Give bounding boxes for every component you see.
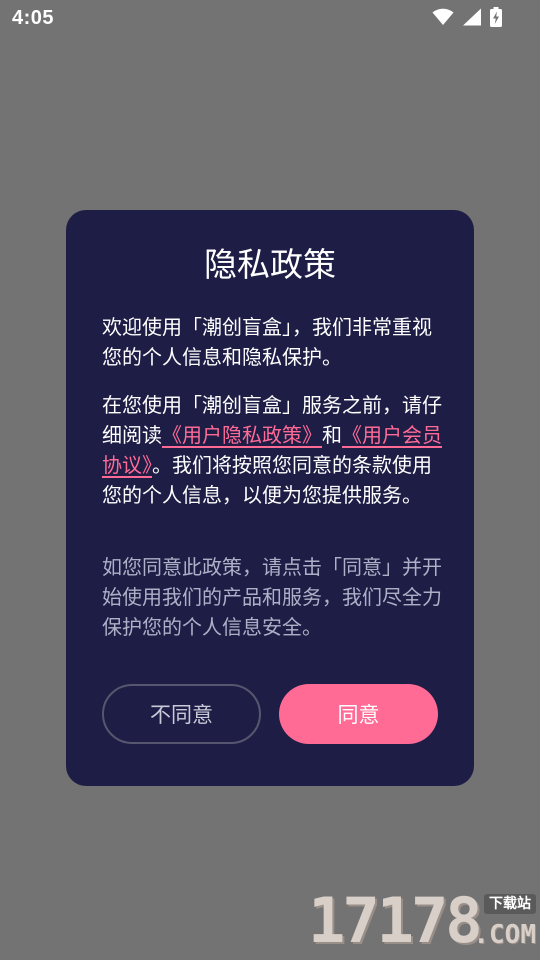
watermark-suffix: .COM [473,920,536,950]
watermark-badge: 下载站 [484,894,536,914]
status-icons [432,7,502,27]
screen: 4:05 隐私政策 欢迎使用「潮创盲盒」，我们非常重视您的个人信息和隐私保护。 … [0,0,540,960]
welcome-paragraph: 欢迎使用「潮创盲盒」，我们非常重视您的个人信息和隐私保护。 [102,315,432,369]
status-time: 4:05 [12,7,55,29]
policy-paragraph: 在您使用「潮创盲盒」服务之前，请仔细阅读《用户隐私政策》和《用户会员协议》。我们… [102,390,442,510]
consent-paragraph: 如您同意此政策，请点击「同意」并开始使用我们的产品和服务，我们尽全力保护您的个人… [102,555,442,639]
wifi-icon [432,8,454,26]
policy-text-after: 。我们将按照您同意的条款使用您的个人信息，以便为您提供服务。 [102,453,432,507]
dialog-title: 隐私政策 [204,245,336,284]
policy-text-and: 和 [322,423,342,447]
watermark-digits: 17178 [308,884,483,957]
disagree-button[interactable]: 不同意 [102,684,261,744]
privacy-policy-link[interactable]: 《用户隐私政策》 [162,423,322,447]
agree-button[interactable]: 同意 [279,684,438,744]
watermark-logo: 17178 下载站 .COM [308,890,540,960]
status-bar: 4:05 [0,0,540,38]
signal-icon [462,8,482,26]
battery-charging-icon [490,7,502,27]
